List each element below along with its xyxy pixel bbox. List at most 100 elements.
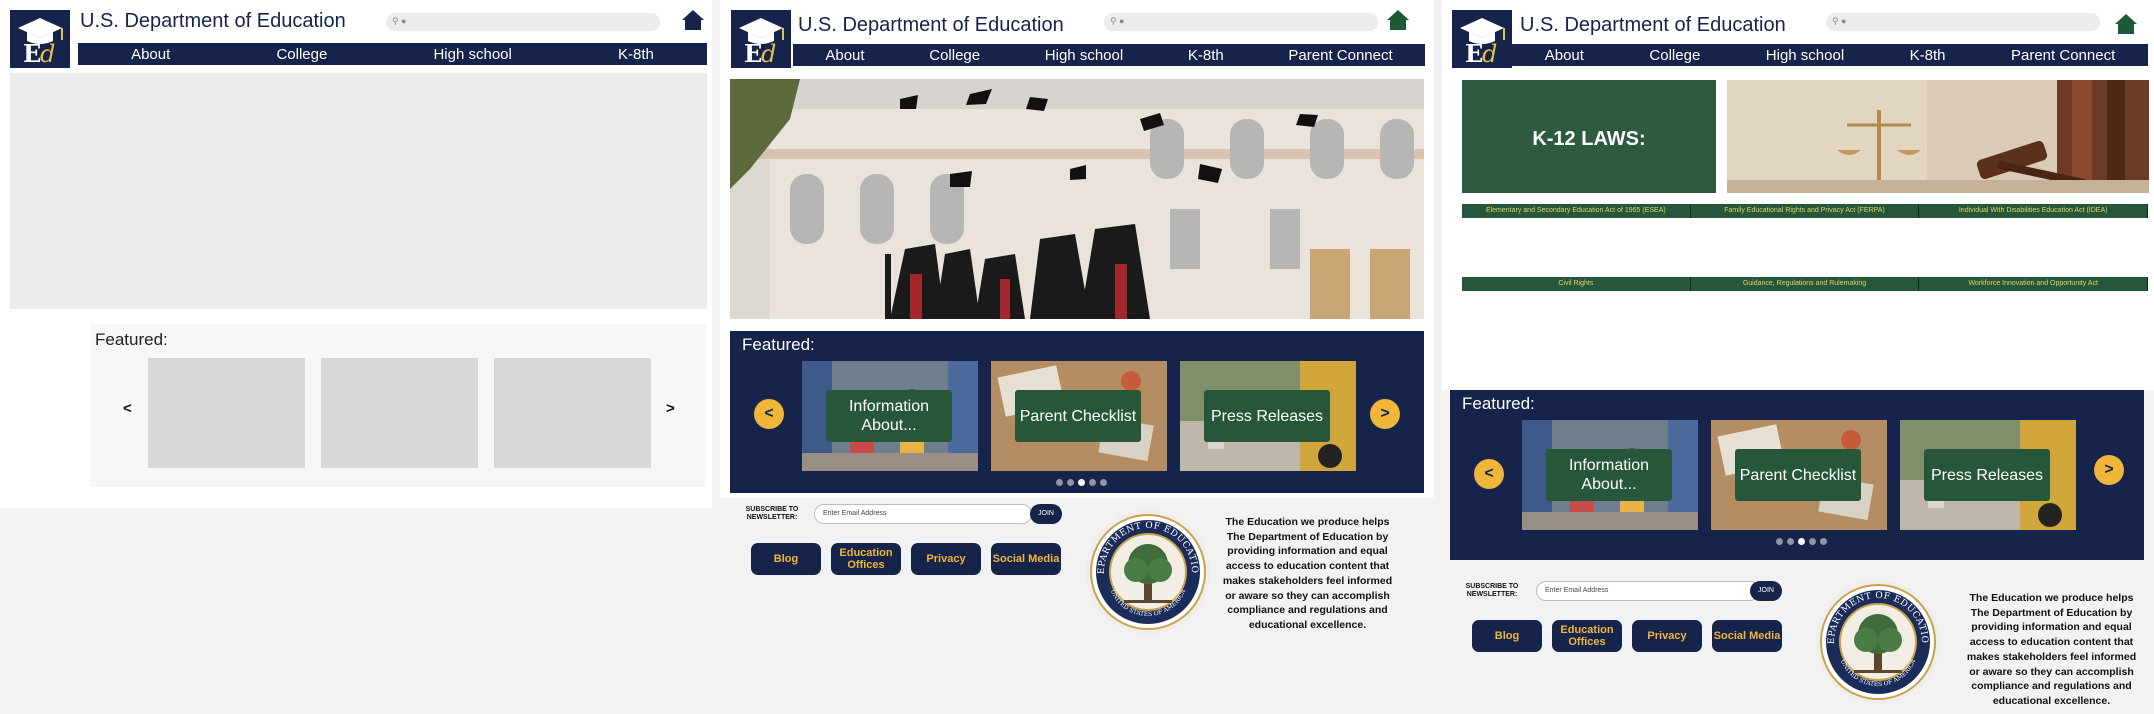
nav-about[interactable]: About — [1545, 47, 1584, 64]
homepage-panel: E d U.S. Department of Education ⚲ ● Abo… — [720, 0, 1434, 714]
footer-privacy-button[interactable]: Privacy — [911, 543, 981, 575]
law-link-civil-rights[interactable]: Civil Rights — [1462, 277, 1691, 291]
carousel-prev-button[interactable]: < — [123, 400, 132, 417]
featured-card-label: Information About... — [826, 390, 952, 442]
three-mockup-stage: E d U.S. Department of Education ⚲ ● Abo… — [0, 0, 2154, 714]
featured-card-parent-checklist[interactable]: Parent Checklist — [1711, 420, 1887, 530]
nav-k8[interactable]: K-8th — [1910, 47, 1946, 64]
featured-title: Featured: — [742, 335, 815, 354]
featured-section: Featured: < Information About... Parent … — [1450, 390, 2144, 560]
footer-description: The Education we produce helps The Depar… — [1222, 516, 1393, 631]
carousel-dot-active[interactable] — [1798, 538, 1805, 545]
mic-icon: ● — [1841, 16, 1847, 26]
nav-college[interactable]: College — [276, 46, 327, 63]
hero-placeholder — [10, 73, 707, 309]
search-input[interactable]: ⚲ ● — [1104, 13, 1378, 31]
nav-high-school[interactable]: High school — [1766, 47, 1844, 64]
carousel-dot[interactable] — [1100, 479, 1107, 486]
nav-about[interactable]: About — [825, 47, 864, 64]
newsletter-email-field[interactable]: Enter Email Address — [1536, 581, 1760, 601]
featured-card-press-releases[interactable]: Press Releases — [1180, 361, 1356, 471]
department-seal: DEPARTMENT OF EDUCATION UNITED STATES OF… — [1084, 508, 1210, 634]
carousel-dot[interactable] — [1776, 538, 1783, 545]
featured-card-placeholder[interactable] — [148, 358, 305, 468]
site-title: U.S. Department of Education — [80, 10, 346, 32]
featured-card-label: Information About... — [1546, 449, 1672, 501]
carousel-dot[interactable] — [1787, 538, 1794, 545]
featured-card-label: Press Releases — [1924, 449, 2050, 501]
featured-card-label: Press Releases — [1204, 390, 1330, 442]
carousel-next-button[interactable]: > — [2094, 455, 2124, 485]
wireframe-panel: E d U.S. Department of Education ⚲ ● Abo… — [0, 0, 712, 714]
featured-card-information[interactable]: Information About... — [802, 361, 978, 471]
featured-card-press-releases[interactable]: Press Releases — [1900, 420, 2076, 530]
search-input[interactable]: ⚲ ● — [1826, 13, 2100, 31]
carousel-next-button[interactable]: > — [666, 400, 675, 417]
home-icon[interactable] — [2114, 13, 2138, 35]
nav-college[interactable]: College — [1649, 47, 1700, 64]
svg-text:E: E — [23, 39, 41, 68]
law-link-guidance[interactable]: Guidance, Regulations and Rulemaking — [1690, 277, 1920, 291]
svg-text:E: E — [744, 39, 762, 68]
featured-title: Featured: — [1462, 394, 1535, 413]
svg-text:d: d — [1482, 40, 1497, 68]
ed-logo[interactable]: E d — [1452, 10, 1512, 68]
nav-college[interactable]: College — [929, 47, 980, 64]
nav-parent-connect[interactable]: Parent Connect — [2011, 47, 2115, 64]
gavel-scales-photo — [1727, 80, 2149, 193]
carousel-dot[interactable] — [1820, 538, 1827, 545]
carousel-dot-active[interactable] — [1078, 479, 1085, 486]
footer-social-media-button[interactable]: Social Media — [991, 543, 1061, 575]
site-title: U.S. Department of Education — [798, 14, 1064, 36]
home-icon[interactable] — [1386, 9, 1410, 31]
carousel-dot[interactable] — [1056, 479, 1063, 486]
nav-high-school[interactable]: High school — [1045, 47, 1123, 64]
laws-panel: E d U.S. Department of Education ⚲ ● Abo… — [1442, 0, 2154, 714]
nav-k8[interactable]: K-8th — [618, 46, 654, 63]
newsletter-join-button[interactable]: JOIN — [1030, 504, 1062, 524]
carousel-prev-button[interactable]: < — [754, 399, 784, 429]
footer-blog-button[interactable]: Blog — [751, 543, 821, 575]
footer-blog-button[interactable]: Blog — [1472, 620, 1542, 652]
law-link-wioa[interactable]: Workforce Innovation and Opportunity Act — [1919, 277, 2149, 291]
footer-privacy-button[interactable]: Privacy — [1632, 620, 1702, 652]
carousel-dot[interactable] — [1809, 538, 1816, 545]
search-input[interactable]: ⚲ ● — [386, 13, 660, 31]
featured-card-placeholder[interactable] — [494, 358, 651, 468]
carousel-dot[interactable] — [1067, 479, 1074, 486]
footer-education-offices-button[interactable]: Education Offices — [831, 543, 901, 575]
law-link-ferpa[interactable]: Family Educational Rights and Privacy Ac… — [1690, 204, 1920, 218]
featured-card-label: Parent Checklist — [1735, 449, 1861, 501]
featured-card-information[interactable]: Information About... — [1522, 420, 1698, 530]
svg-text:E: E — [1465, 39, 1483, 68]
nav-about[interactable]: About — [131, 46, 170, 63]
featured-card-placeholder[interactable] — [321, 358, 478, 468]
footer-education-offices-button[interactable]: Education Offices — [1552, 620, 1622, 652]
carousel-dot[interactable] — [1089, 479, 1096, 486]
carousel-next-button[interactable]: > — [1370, 399, 1400, 429]
nav-high-school[interactable]: High school — [433, 46, 511, 63]
footer-description: The Education we produce helps The Depar… — [1966, 592, 2137, 707]
footer-social-media-button[interactable]: Social Media — [1712, 620, 1782, 652]
carousel-prev-button[interactable]: < — [1474, 459, 1504, 489]
nav-k8[interactable]: K-8th — [1188, 47, 1224, 64]
law-link-esea[interactable]: Elementary and Secondary Education Act o… — [1462, 204, 1691, 218]
svg-text:d: d — [40, 40, 55, 68]
ed-logo[interactable]: E d — [731, 10, 791, 68]
newsletter-email-field[interactable]: Enter Email Address — [814, 504, 1032, 524]
featured-section: Featured: < Information About... Parent … — [730, 331, 1424, 493]
carousel-dots — [1776, 538, 1827, 545]
laws-row: Elementary and Secondary Education Act o… — [1462, 204, 2149, 218]
featured-card-parent-checklist[interactable]: Parent Checklist — [991, 361, 1167, 471]
featured-card-label: Parent Checklist — [1015, 390, 1141, 442]
search-icon: ⚲ — [1832, 16, 1839, 26]
ed-logo[interactable]: E d — [10, 10, 70, 68]
subscribe-label: SUBSCRIBE TO NEWSLETTER: — [745, 506, 799, 521]
hero-graduation-photo — [730, 79, 1424, 319]
law-link-idea[interactable]: Individual With Disabilities Education A… — [1919, 204, 2149, 218]
mic-icon: ● — [1119, 16, 1125, 26]
home-icon[interactable] — [681, 9, 705, 31]
search-icon: ⚲ — [392, 16, 399, 26]
nav-parent-connect[interactable]: Parent Connect — [1288, 47, 1392, 64]
newsletter-join-button[interactable]: JOIN — [1750, 581, 1782, 601]
